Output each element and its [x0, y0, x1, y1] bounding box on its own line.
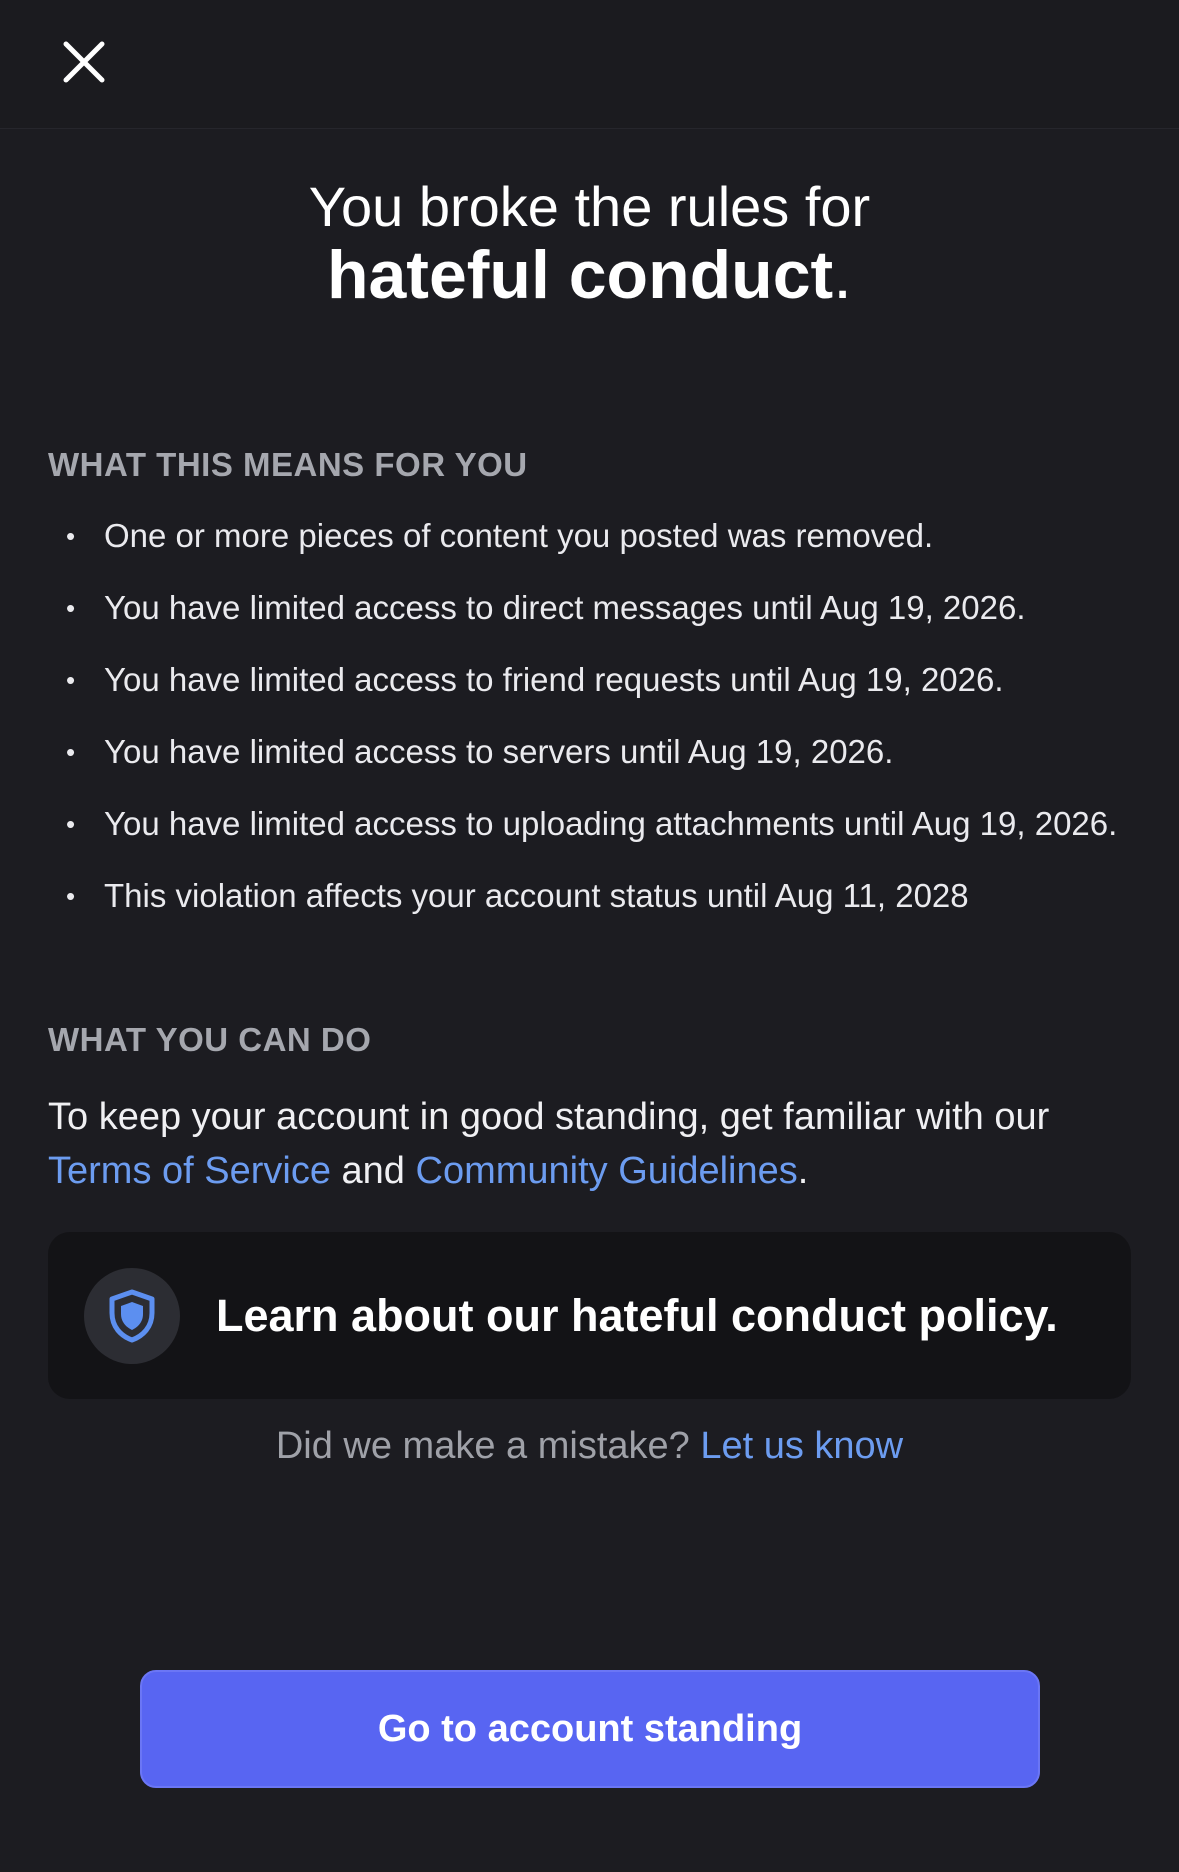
list-item-text: One or more pieces of content you posted… — [104, 517, 934, 554]
terms-of-service-link[interactable]: Terms of Service — [48, 1150, 331, 1192]
actions-period: . — [797, 1150, 809, 1192]
shield-icon — [109, 1289, 155, 1342]
list-item: • You have limited access to servers unti… — [66, 733, 894, 770]
close-icon — [63, 41, 105, 83]
mistake-question: Did we make a mistake? — [275, 1425, 690, 1467]
list-item: • You have limited access to friend reque… — [66, 661, 1004, 698]
title-emphasis-line: hateful conduct. — [0, 239, 1179, 311]
page-title: You broke the rules for hateful conduct. — [0, 175, 1179, 311]
policy-card-label: Learn about our hateful conduct policy. — [216, 1289, 1058, 1341]
consequences-heading: WHAT THIS MEANS FOR YOU — [48, 446, 528, 483]
mistake-prompt: Did we make a mistake? Let us know — [0, 1425, 1179, 1468]
actions-text: To keep your account in good standing, g… — [48, 1090, 1148, 1198]
list-item: • You have limited access to direct messa… — [66, 589, 1026, 626]
community-guidelines-link[interactable]: Community Guidelines — [416, 1150, 798, 1192]
list-item-text: This violation affects your account stat… — [104, 877, 969, 914]
list-item-text: You have limited access to uploading att… — [104, 805, 1118, 842]
hateful-conduct-policy-card[interactable]: Learn about our hateful conduct policy. — [48, 1232, 1131, 1399]
title-period: . — [833, 237, 853, 313]
list-item: • This violation affects your account sta… — [66, 877, 969, 914]
let-us-know-link[interactable]: Let us know — [700, 1425, 903, 1467]
close-button[interactable] — [52, 30, 116, 94]
list-item: • You have limited access to uploading at… — [66, 805, 1118, 842]
and-text: and — [341, 1150, 405, 1192]
shield-icon-wrapper — [84, 1267, 180, 1364]
list-item-text: You have limited access to direct messag… — [104, 589, 1026, 626]
list-item-text: You have limited access to friend reques… — [104, 661, 1004, 698]
list-item: • One or more pieces of content you poste… — [66, 517, 934, 554]
actions-heading: WHAT YOU CAN DO — [48, 1021, 372, 1058]
top-bar — [0, 0, 1179, 129]
violation-type: hateful conduct — [326, 237, 834, 313]
title-line: You broke the rules for — [308, 175, 871, 238]
list-item-text: You have limited access to servers until… — [104, 733, 894, 770]
consequences-list: • One or more pieces of content you poste… — [48, 512, 1168, 944]
actions-intro: To keep your account in good standing, g… — [48, 1096, 1050, 1138]
account-standing-button[interactable]: Go to account standing — [140, 1670, 1040, 1788]
